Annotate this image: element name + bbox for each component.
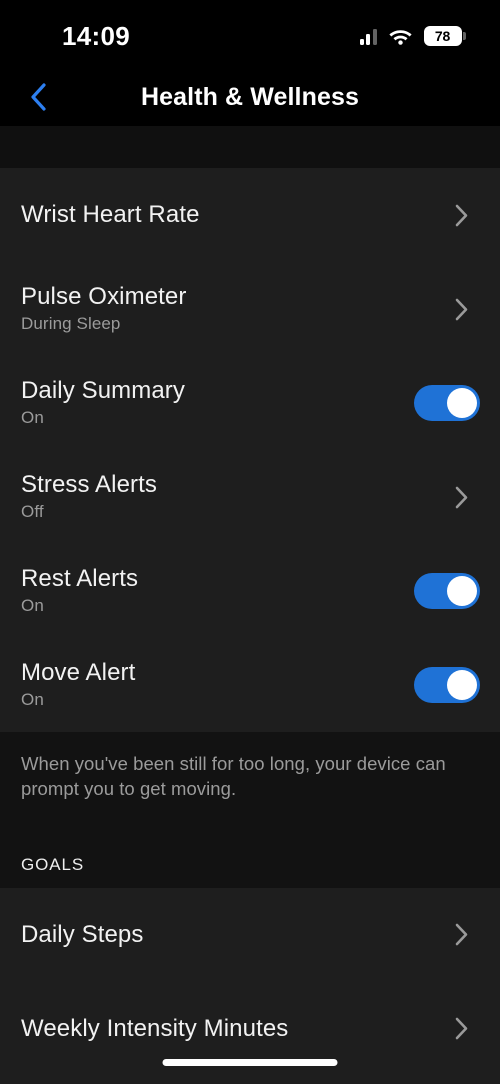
list-item-pulse-oximeter[interactable]: Pulse Oximeter During Sleep — [0, 262, 500, 356]
chevron-right-icon — [448, 296, 474, 322]
page-title: Health & Wellness — [141, 82, 359, 111]
list-item-daily-floors-climbed[interactable]: Daily Floors Climbed — [0, 1076, 500, 1084]
chevron-right-icon — [448, 484, 474, 510]
cellular-signal-icon — [359, 28, 377, 45]
list-item-title: Wrist Heart Rate — [21, 200, 200, 228]
list-item-title: Weekly Intensity Minutes — [21, 1014, 289, 1042]
list-item-subtitle: On — [21, 690, 44, 710]
list-item-title: Pulse Oximeter — [21, 283, 187, 311]
section-header-goals: GOALS — [21, 854, 85, 874]
toggle-move-alert[interactable] — [414, 667, 480, 703]
list-item-subtitle: On — [21, 408, 44, 428]
header-spacer — [0, 126, 500, 168]
status-bar-indicators: 78 — [359, 26, 466, 46]
toggle-rest-alerts[interactable] — [414, 573, 480, 609]
list-item-subtitle: Off — [21, 502, 44, 522]
row-texts: Daily Steps — [21, 920, 144, 949]
section-footer-and-goals-header: When you've been still for too long, you… — [0, 732, 500, 888]
chevron-right-icon — [448, 922, 474, 948]
chevron-right-icon — [448, 1016, 474, 1042]
toggle-daily-summary[interactable] — [414, 385, 480, 421]
list-item-daily-summary[interactable]: Daily Summary On — [0, 356, 500, 450]
list-item-subtitle: On — [21, 596, 44, 616]
list-item-title: Move Alert — [21, 659, 136, 687]
list-item-title: Stress Alerts — [21, 471, 158, 499]
list-item-title: Daily Summary — [21, 377, 185, 405]
status-bar: 14:09 78 — [0, 0, 500, 68]
home-indicator[interactable] — [162, 1059, 338, 1066]
battery-icon: 78 — [423, 26, 466, 46]
battery-percent-label: 78 — [434, 28, 451, 44]
section-health-monitoring: Wrist Heart Rate Pulse Oximeter During S… — [0, 168, 500, 732]
list-item-title: Rest Alerts — [21, 565, 139, 593]
list-item-stress-alerts[interactable]: Stress Alerts Off — [0, 450, 500, 544]
row-texts: Wrist Heart Rate — [21, 200, 200, 229]
list-item-rest-alerts[interactable]: Rest Alerts On — [0, 544, 500, 638]
row-texts: Rest Alerts On — [21, 565, 139, 616]
row-texts: Move Alert On — [21, 659, 136, 710]
chevron-left-icon — [31, 83, 46, 111]
phone-screen: 14:09 78 Health & Wellness Wrist Heart R… — [0, 0, 500, 1084]
row-texts: Daily Summary On — [21, 377, 185, 428]
status-bar-time: 14:09 — [62, 21, 130, 51]
row-texts: Stress Alerts Off — [21, 471, 158, 522]
navigation-bar: Health & Wellness — [0, 68, 500, 126]
section-footer-text: When you've been still for too long, you… — [21, 753, 446, 799]
list-item-title: Daily Steps — [21, 920, 144, 948]
list-item-move-alert[interactable]: Move Alert On — [0, 638, 500, 732]
chevron-right-icon — [448, 202, 474, 228]
section-goals: Daily Steps Weekly Intensity Minutes Dai… — [0, 887, 500, 1084]
list-item-daily-steps[interactable]: Daily Steps — [0, 888, 500, 982]
list-item-subtitle: During Sleep — [21, 314, 121, 334]
row-texts: Pulse Oximeter During Sleep — [21, 283, 187, 334]
wifi-icon — [388, 27, 413, 45]
row-texts: Weekly Intensity Minutes — [21, 1014, 289, 1043]
back-button[interactable] — [18, 77, 58, 117]
list-item-wrist-heart-rate[interactable]: Wrist Heart Rate — [0, 168, 500, 262]
